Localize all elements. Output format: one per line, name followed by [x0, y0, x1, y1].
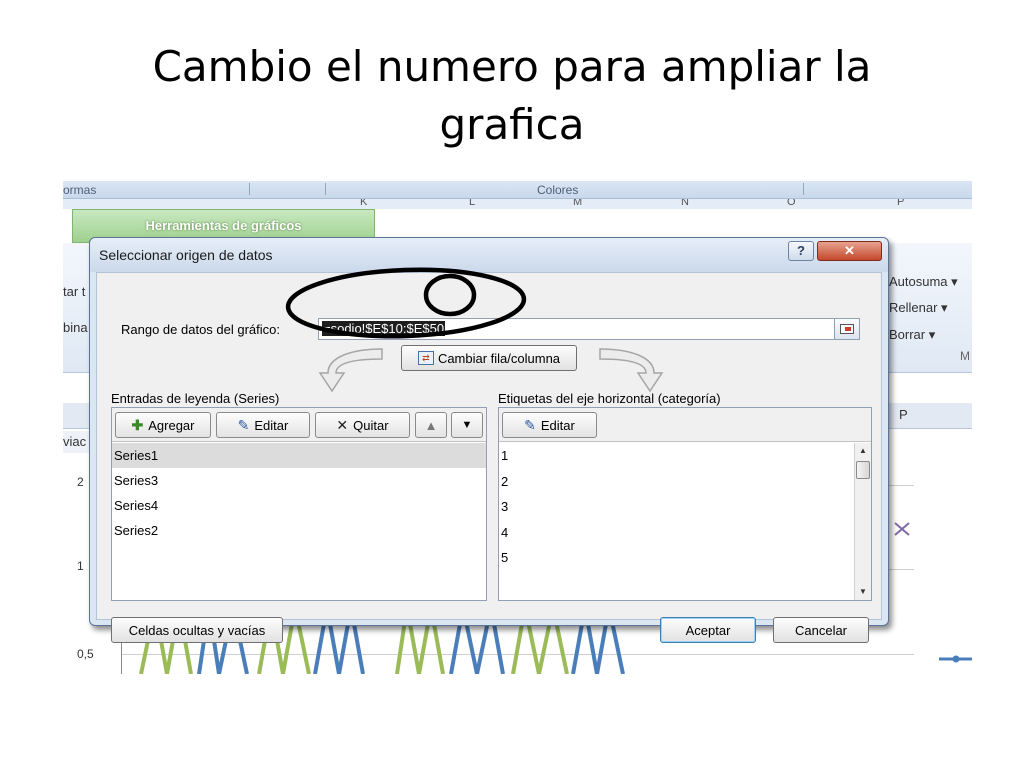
- ok-button[interactable]: Aceptar: [660, 617, 756, 643]
- remove-series-label: Quitar: [353, 417, 389, 433]
- autosum-button[interactable]: Autosuma ▾: [889, 274, 958, 290]
- remove-icon: ✕: [336, 416, 349, 433]
- column-header-row: K L M N O P: [63, 199, 972, 209]
- category-scrollbar[interactable]: ▲ ▼: [854, 443, 871, 600]
- ribbon-left-item[interactable]: tar t: [63, 284, 85, 299]
- dialog-title: Seleccionar origen de datos: [99, 247, 273, 263]
- edit-axis-labels-button[interactable]: ✎ Editar: [502, 412, 597, 438]
- ribbon-left-item[interactable]: bina: [63, 320, 88, 335]
- legend-toolbar: ✚ Agregar ✎ Editar ✕ Quitar ▲ ▼: [112, 408, 486, 442]
- list-item[interactable]: 5: [499, 545, 871, 571]
- edit-series-label: Editar: [254, 417, 289, 433]
- switch-row-column-icon: ⇄: [417, 351, 434, 365]
- list-item[interactable]: Series3: [112, 468, 486, 493]
- series-marker-purple: [894, 522, 910, 536]
- edit-series-button[interactable]: ✎ Editar: [216, 412, 310, 438]
- legend-entries-label: Entradas de leyenda (Series): [111, 391, 280, 406]
- add-series-label: Agregar: [148, 417, 195, 433]
- scroll-down-icon[interactable]: ▼: [855, 584, 871, 600]
- column-letter[interactable]: P: [897, 199, 904, 208]
- curved-arrow-left-icon: [318, 348, 383, 393]
- edit-axis-labels-label: Editar: [540, 417, 575, 433]
- select-data-source-dialog: Seleccionar origen de datos ? ✕ Rango de…: [89, 237, 889, 643]
- list-item[interactable]: Series2: [112, 518, 486, 543]
- switch-row-column-button[interactable]: ⇄ Cambiar fila/columna: [401, 345, 577, 371]
- ribbon-divider: [803, 183, 804, 195]
- edit-icon: ✎: [237, 416, 250, 433]
- scroll-thumb[interactable]: [856, 461, 870, 479]
- ribbon-group-labels: ormas Colores: [63, 181, 972, 199]
- ribbon-group-label: M: [960, 349, 970, 363]
- help-button[interactable]: ?: [788, 241, 814, 261]
- series-list: Series1 Series3 Series4 Series2: [112, 443, 486, 600]
- remove-series-button[interactable]: ✕ Quitar: [315, 412, 410, 438]
- legend-marker-blue: [952, 655, 960, 663]
- chart-data-range-value: =sodio!$E$10:$E$50: [322, 321, 446, 336]
- list-item[interactable]: 4: [499, 520, 871, 546]
- curved-arrow-right-icon: [599, 348, 664, 393]
- column-letter[interactable]: O: [787, 199, 796, 208]
- chart-data-range-input[interactable]: =sodio!$E$10:$E$50: [318, 318, 838, 340]
- ribbon-divider: [325, 183, 326, 195]
- column-letter[interactable]: L: [469, 199, 475, 208]
- list-item[interactable]: 2: [499, 469, 871, 495]
- dialog-titlebar[interactable]: Seleccionar origen de datos ? ✕: [90, 238, 888, 272]
- axis-labels-panel: ✎ Editar 1 2 3 4 5 ▲ ▼: [498, 407, 872, 601]
- ribbon-group-formas: ormas: [63, 183, 97, 197]
- move-up-button[interactable]: ▲: [415, 412, 447, 438]
- ribbon-group-colores: Colores: [537, 183, 579, 197]
- list-item[interactable]: Series1: [112, 443, 486, 468]
- column-letter[interactable]: N: [681, 199, 689, 208]
- column-letter[interactable]: K: [360, 199, 367, 208]
- list-item[interactable]: 1: [499, 443, 871, 469]
- hidden-empty-cells-button[interactable]: Celdas ocultas y vacías: [111, 617, 283, 643]
- switch-row-column-label: Cambiar fila/columna: [437, 350, 561, 366]
- move-down-button[interactable]: ▼: [451, 412, 483, 438]
- clear-button[interactable]: Borrar ▾: [889, 327, 935, 343]
- add-icon: ✚: [131, 416, 144, 433]
- slide-title: Cambio el numero para ampliar la grafica: [0, 38, 1024, 154]
- list-item[interactable]: Series4: [112, 493, 486, 518]
- scroll-up-icon[interactable]: ▲: [855, 443, 871, 459]
- collapse-dialog-icon: [840, 324, 854, 334]
- fill-button[interactable]: Rellenar ▾: [889, 300, 948, 316]
- chart-data-range-label: Rango de datos del gráfico:: [121, 322, 280, 337]
- slide-title-line-1: Cambio el numero para ampliar la: [152, 42, 872, 91]
- category-list: 1 2 3 4 5: [499, 443, 871, 600]
- edit-icon: ✎: [524, 416, 536, 433]
- ribbon-divider: [249, 183, 250, 195]
- column-letter[interactable]: M: [573, 199, 582, 208]
- grid-column-p[interactable]: P: [899, 407, 908, 422]
- horizontal-axis-labels-label: Etiquetas del eje horizontal (categoría): [498, 391, 721, 406]
- slide-title-line-2: grafica: [439, 100, 585, 149]
- list-item[interactable]: 3: [499, 494, 871, 520]
- cancel-button[interactable]: Cancelar: [773, 617, 869, 643]
- dialog-content: Rango de datos del gráfico: =sodio!$E$10…: [96, 272, 882, 643]
- range-collapse-button[interactable]: [834, 318, 860, 340]
- close-button[interactable]: ✕: [817, 241, 882, 261]
- add-series-button[interactable]: ✚ Agregar: [115, 412, 211, 438]
- legend-entries-panel: ✚ Agregar ✎ Editar ✕ Quitar ▲ ▼ Series1 …: [111, 407, 487, 601]
- axis-toolbar: ✎ Editar: [499, 408, 871, 442]
